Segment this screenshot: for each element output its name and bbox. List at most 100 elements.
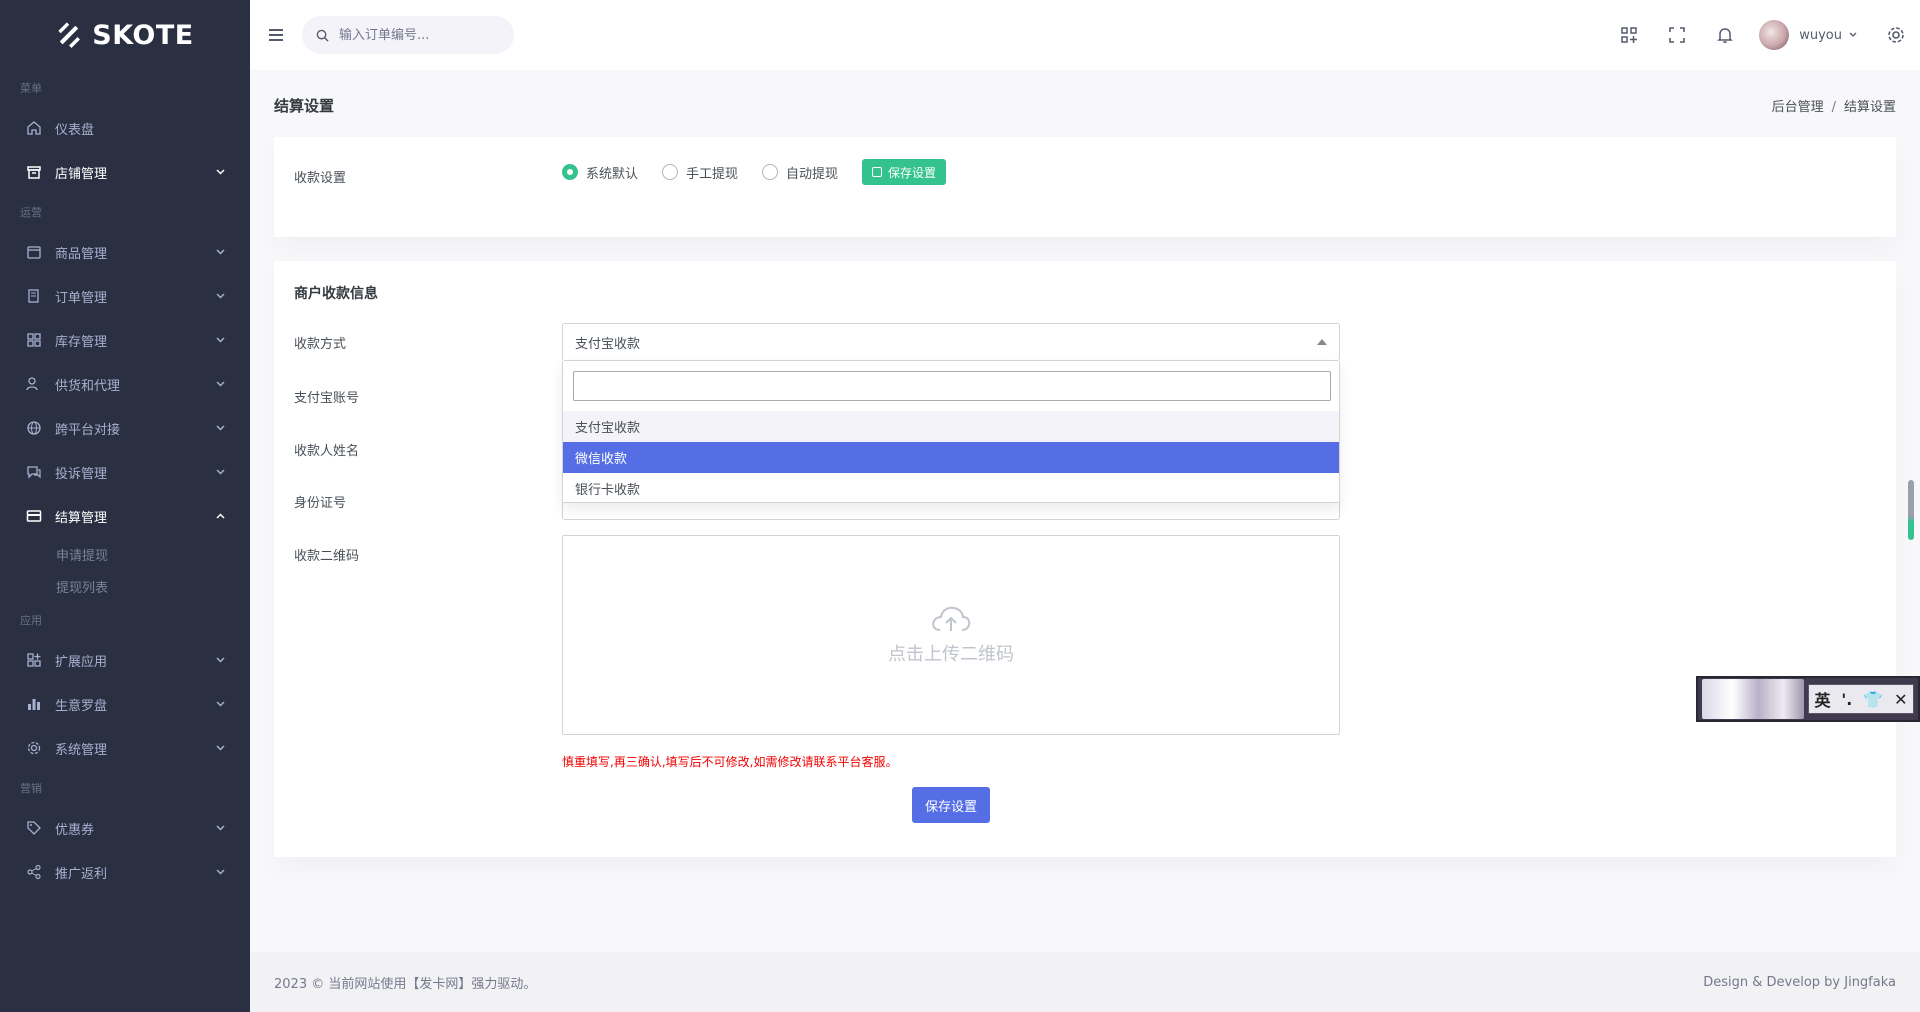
sidebar-item-cross-platform[interactable]: 跨平台对接 [0,406,250,450]
field-label: 身份证号 [294,496,347,511]
sidebar-item-complaints[interactable]: 投诉管理 [0,450,250,494]
settings-gear-icon[interactable] [1872,0,1920,70]
page-header: 结算设置 后台管理 / 结算设置 [274,90,1896,120]
sidebar-item-orders[interactable]: 订单管理 [0,274,250,318]
sidebar-item-coupons[interactable]: 优惠券 [0,806,250,850]
dropdown-option[interactable]: 银行卡收款 [563,473,1339,504]
chevron-down-icon [215,699,225,709]
apps-grid-icon[interactable] [1605,0,1653,70]
page-scrollbar[interactable] [1908,480,1914,540]
chevron-down-icon [1849,32,1857,37]
menu-section-title: 应用 [20,614,42,627]
bell-icon[interactable] [1701,0,1749,70]
sidebar-item-label: 店铺管理 [55,166,108,182]
tag-icon [25,819,43,837]
dropdown-search-input[interactable] [573,371,1331,401]
sidebar: SKOTE 菜单 仪表盘 店铺管理 运营 商品管理 订单管理 库存管理 供货和代… [0,0,250,1012]
menu-section-title: 运营 [20,206,42,219]
select-value: 支付宝收款 [575,336,641,352]
sidebar-item-products[interactable]: 商品管理 [0,230,250,274]
menu-section-title: 菜单 [20,82,42,95]
dropdown-option[interactable]: 微信收款 [563,442,1339,473]
apps-icon [25,651,43,669]
sidebar-item-dashboard[interactable]: 仪表盘 [0,106,250,150]
dropdown-option[interactable]: 支付宝收款 [563,411,1339,442]
username: wuyou [1799,27,1842,43]
sidebar-item-label: 优惠券 [55,822,95,838]
radio-system-default[interactable]: 系统默认 [562,163,638,182]
fullscreen-icon[interactable] [1653,0,1701,70]
sidebar-item-label: 跨平台对接 [55,422,121,438]
footer: 2023 © 当前网站使用【发卡网】强力驱动。 Design & Develop… [250,952,1920,1012]
save-icon [872,167,883,177]
chevron-down-icon [215,743,225,753]
chevron-down-icon [215,467,225,477]
search-box[interactable] [302,16,514,54]
sidebar-item-label: 系统管理 [55,742,108,758]
save-payout-button[interactable]: 保存设置 [912,787,990,823]
ime-punctuation-toggle[interactable]: '. [1841,690,1852,709]
card-icon [25,507,43,525]
qr-upload-area[interactable]: 点击上传二维码 [562,535,1340,735]
sidebar-item-extensions[interactable]: 扩展应用 [0,638,250,682]
store-icon [25,163,43,181]
sidebar-item-settlement[interactable]: 结算管理 [0,494,250,538]
radio-manual-withdraw[interactable]: 手工提现 [662,163,738,182]
radio-label: 手工提现 [686,166,739,182]
search-input[interactable] [339,27,489,43]
settlement-mode-radios: 系统默认 手工提现 自动提现 保存设置 [562,159,947,185]
sidebar-item-system[interactable]: 系统管理 [0,726,250,770]
sidebar-item-label: 库存管理 [55,334,108,350]
ime-skin-icon[interactable]: 👕 [1863,690,1883,709]
chevron-down-icon [215,867,225,877]
payout-method-dropdown: 支付宝收款 微信收款 银行卡收款 [562,361,1340,503]
sidebar-subitem-apply-withdraw[interactable]: 申请提现 [0,538,250,570]
payout-method-select[interactable]: 支付宝收款 [562,323,1340,361]
chevron-down-icon [215,823,225,833]
breadcrumb: 后台管理 / 结算设置 [1771,99,1896,115]
grid-icon [25,331,43,349]
gear-icon [25,739,43,757]
sidebar-item-label: 扩展应用 [55,654,108,670]
button-label: 保存设置 [888,165,937,180]
chat-icon [25,463,43,481]
cloud-upload-icon [932,606,971,631]
receipt-icon [25,287,43,305]
breadcrumb-item[interactable]: 后台管理 [1772,100,1824,115]
radio-label: 自动提现 [786,166,839,182]
sidebar-item-business-compass[interactable]: 生意罗盘 [0,682,250,726]
share-icon [25,863,43,881]
sidebar-subitem-withdraw-list[interactable]: 提现列表 [0,570,250,602]
sidebar-item-label: 生意罗盘 [55,698,108,714]
bar-chart-icon [25,695,43,713]
caret-up-icon [1317,339,1327,345]
user-menu[interactable]: wuyou [1749,0,1872,70]
users-icon [25,375,43,393]
menu-toggle-icon[interactable] [266,25,286,45]
ime-toolbar-buttons: 英 '. 👕 ✕ [1808,684,1914,714]
chevron-down-icon [215,247,225,257]
brand-name: SKOTE [92,19,194,51]
sidebar-item-supply[interactable]: 供货和代理 [0,362,250,406]
sidebar-item-referral[interactable]: 推广返利 [0,850,250,894]
upload-hint: 点击上传二维码 [888,644,1014,665]
brand-logo[interactable]: SKOTE [0,0,250,70]
box-icon [25,243,43,261]
section-title: 商户收款信息 [294,286,378,302]
ime-tools-icon[interactable]: ✕ [1894,690,1907,709]
field-label: 收款二维码 [294,549,360,564]
chevron-down-icon [215,291,225,301]
footer-copyright: 2023 © 当前网站使用【发卡网】强力驱动。 [274,976,537,992]
anime-avatar-image [1702,679,1804,719]
ime-language-toggle[interactable]: 英 [1814,687,1830,711]
chevron-up-icon [215,511,225,521]
sidebar-item-label: 推广返利 [55,866,108,882]
ime-floating-toolbar[interactable]: 英 '. 👕 ✕ [1696,676,1920,722]
sidebar-item-inventory[interactable]: 库存管理 [0,318,250,362]
warning-text: 慎重填写,再三确认,填写后不可修改,如需修改请联系平台客服。 [562,755,898,769]
sidebar-item-store[interactable]: 店铺管理 [0,150,250,194]
sidebar-item-label: 结算管理 [55,510,108,526]
save-settings-button[interactable]: 保存设置 [862,159,947,185]
field-label: 支付宝账号 [294,391,360,406]
radio-auto-withdraw[interactable]: 自动提现 [762,163,838,182]
